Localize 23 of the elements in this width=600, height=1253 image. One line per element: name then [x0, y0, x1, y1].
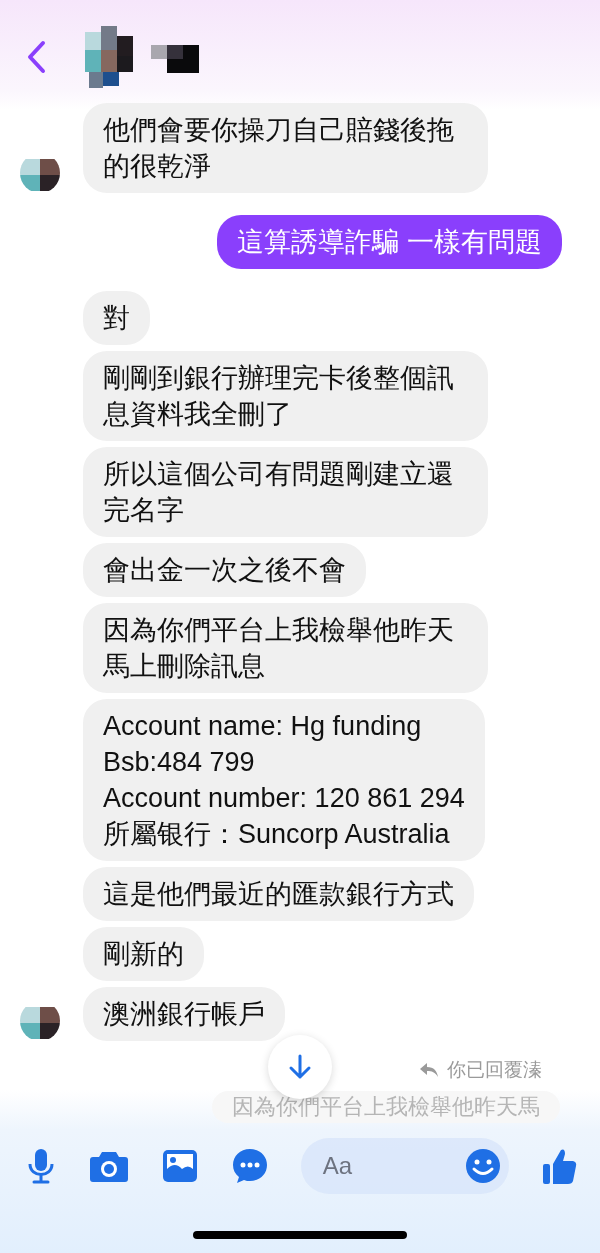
quoted-message: 因為你們平台上我檢舉他昨天馬: [212, 1091, 560, 1123]
sent-message: 這算誘導詐騙 一樣有問題: [217, 215, 562, 269]
thumbs-up-icon[interactable]: [541, 1147, 578, 1185]
reply-status-text: 你已回覆溱: [447, 1058, 542, 1082]
received-message: 因為你們平台上我檢舉他昨天馬上刪除訊息: [83, 603, 488, 693]
received-message: 剛剛到銀行辦理完卡後整個訊息資料我全刪了: [83, 351, 488, 441]
emoji-icon[interactable]: [464, 1148, 501, 1184]
received-message: 澳洲銀行帳戶: [83, 987, 285, 1041]
microphone-icon[interactable]: [26, 1148, 56, 1184]
received-message: 剛新的: [83, 927, 204, 981]
received-message: 這是他們最近的匯款銀行方式: [83, 867, 474, 921]
image-icon[interactable]: [162, 1149, 199, 1183]
arrow-down-icon: [287, 1053, 313, 1081]
received-message: 所以這個公司有問題剛建立還完名字: [83, 447, 488, 537]
camera-icon[interactable]: [89, 1149, 130, 1183]
chat-bubble-icon[interactable]: [231, 1148, 268, 1184]
reply-icon: [419, 1062, 439, 1078]
message-input[interactable]: Aa: [300, 1138, 509, 1194]
back-icon[interactable]: [25, 39, 47, 74]
received-message: 對: [83, 291, 150, 345]
received-message: Account name: Hg funding Bsb:484 799 Account number: 120 861 294 所屬银行：Suncorp Australia: [83, 699, 485, 861]
received-message: 會出金一次之後不會: [83, 543, 366, 597]
received-message: 他們會要你操刀自己賠錢後拖的很乾淨: [83, 103, 488, 193]
